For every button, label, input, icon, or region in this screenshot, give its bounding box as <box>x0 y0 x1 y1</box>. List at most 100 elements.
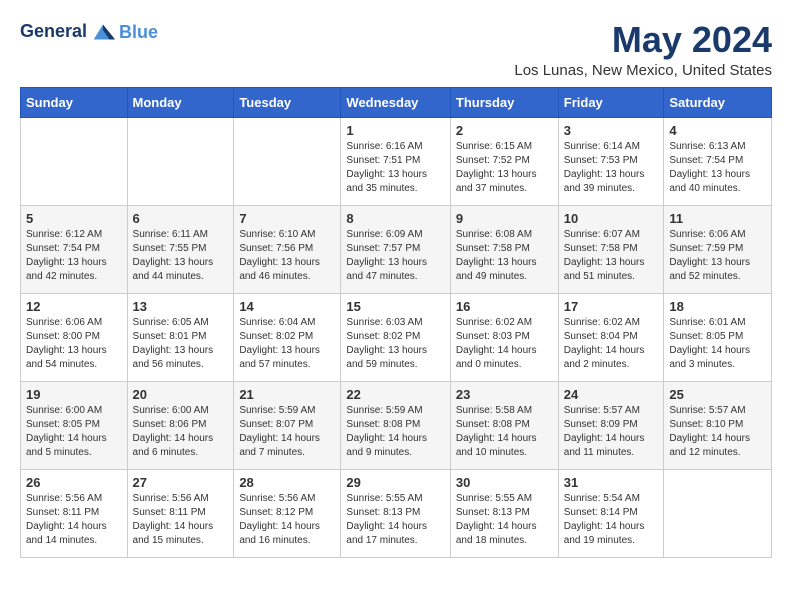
day-info: Sunrise: 6:11 AMSunset: 7:55 PMDaylight:… <box>133 228 229 284</box>
day-cell: 2 Sunrise: 6:15 AMSunset: 7:52 PMDaylight… <box>450 117 558 205</box>
day-cell: 28 Sunrise: 5:56 AMSunset: 8:12 PMDayligh… <box>234 469 341 557</box>
day-cell: 24 Sunrise: 5:57 AMSunset: 8:09 PMDayligh… <box>558 381 664 469</box>
day-number: 6 <box>133 211 229 226</box>
day-number: 27 <box>133 475 229 490</box>
day-info: Sunrise: 6:14 AMSunset: 7:53 PMDaylight:… <box>564 140 659 196</box>
day-number: 8 <box>346 211 444 226</box>
day-cell: 6 Sunrise: 6:11 AMSunset: 7:55 PMDaylight… <box>127 205 234 293</box>
day-info: Sunrise: 6:08 AMSunset: 7:58 PMDaylight:… <box>456 228 553 284</box>
logo-icon <box>89 20 117 44</box>
day-number: 9 <box>456 211 553 226</box>
day-number: 13 <box>133 299 229 314</box>
day-cell: 9 Sunrise: 6:08 AMSunset: 7:58 PMDaylight… <box>450 205 558 293</box>
day-cell: 17 Sunrise: 6:02 AMSunset: 8:04 PMDayligh… <box>558 293 664 381</box>
day-cell: 21 Sunrise: 5:59 AMSunset: 8:07 PMDayligh… <box>234 381 341 469</box>
week-row-3: 12 Sunrise: 6:06 AMSunset: 8:00 PMDayligh… <box>21 293 772 381</box>
day-number: 11 <box>669 211 766 226</box>
day-number: 25 <box>669 387 766 402</box>
day-info: Sunrise: 6:15 AMSunset: 7:52 PMDaylight:… <box>456 140 553 196</box>
day-info: Sunrise: 6:12 AMSunset: 7:54 PMDaylight:… <box>26 228 122 284</box>
day-info: Sunrise: 6:03 AMSunset: 8:02 PMDaylight:… <box>346 316 444 372</box>
day-info: Sunrise: 5:57 AMSunset: 8:10 PMDaylight:… <box>669 404 766 460</box>
day-cell: 29 Sunrise: 5:55 AMSunset: 8:13 PMDayligh… <box>341 469 450 557</box>
day-number: 28 <box>239 475 335 490</box>
day-number: 1 <box>346 123 444 138</box>
day-cell: 4 Sunrise: 6:13 AMSunset: 7:54 PMDaylight… <box>664 117 772 205</box>
calendar-body: 1 Sunrise: 6:16 AMSunset: 7:51 PMDaylight… <box>21 117 772 557</box>
day-cell: 7 Sunrise: 6:10 AMSunset: 7:56 PMDaylight… <box>234 205 341 293</box>
day-cell: 11 Sunrise: 6:06 AMSunset: 7:59 PMDayligh… <box>664 205 772 293</box>
day-info: Sunrise: 6:13 AMSunset: 7:54 PMDaylight:… <box>669 140 766 196</box>
week-row-4: 19Sunrise: 6:00 AMSunset: 8:05 PMDayligh… <box>21 381 772 469</box>
day-number: 10 <box>564 211 659 226</box>
title-area: May 2024 Los Lunas, New Mexico, United S… <box>514 20 772 79</box>
day-number: 14 <box>239 299 335 314</box>
day-cell: 16 Sunrise: 6:02 AMSunset: 8:03 PMDayligh… <box>450 293 558 381</box>
day-number: 20 <box>133 387 229 402</box>
day-number: 29 <box>346 475 444 490</box>
day-number: 7 <box>239 211 335 226</box>
day-info: Sunrise: 5:55 AMSunset: 8:13 PMDaylight:… <box>346 492 444 548</box>
day-cell <box>234 117 341 205</box>
day-cell: 23 Sunrise: 5:58 AMSunset: 8:08 PMDayligh… <box>450 381 558 469</box>
day-info: Sunrise: 6:06 AMSunset: 8:00 PMDaylight:… <box>26 316 122 372</box>
day-number: 15 <box>346 299 444 314</box>
day-cell: 18 Sunrise: 6:01 AMSunset: 8:05 PMDayligh… <box>664 293 772 381</box>
day-info: Sunrise: 5:56 AMSunset: 8:11 PMDaylight:… <box>26 492 122 548</box>
day-number: 26 <box>26 475 122 490</box>
logo-blue: Blue <box>119 22 158 43</box>
day-info: Sunrise: 5:55 AMSunset: 8:13 PMDaylight:… <box>456 492 553 548</box>
day-number: 3 <box>564 123 659 138</box>
day-cell: 22Sunrise: 5:59 AMSunset: 8:08 PMDayligh… <box>341 381 450 469</box>
col-thursday: Thursday <box>450 87 558 117</box>
day-info: Sunrise: 5:59 AMSunset: 8:07 PMDaylight:… <box>239 404 335 460</box>
day-cell: 19Sunrise: 6:00 AMSunset: 8:05 PMDayligh… <box>21 381 128 469</box>
day-cell: 14 Sunrise: 6:04 AMSunset: 8:02 PMDayligh… <box>234 293 341 381</box>
day-cell <box>21 117 128 205</box>
day-info: Sunrise: 6:02 AMSunset: 8:04 PMDaylight:… <box>564 316 659 372</box>
day-info: Sunrise: 6:01 AMSunset: 8:05 PMDaylight:… <box>669 316 766 372</box>
day-info: Sunrise: 5:57 AMSunset: 8:09 PMDaylight:… <box>564 404 659 460</box>
day-number: 2 <box>456 123 553 138</box>
day-cell: 26 Sunrise: 5:56 AMSunset: 8:11 PMDayligh… <box>21 469 128 557</box>
logo-text: General <box>20 20 117 44</box>
day-number: 17 <box>564 299 659 314</box>
day-cell: 15 Sunrise: 6:03 AMSunset: 8:02 PMDayligh… <box>341 293 450 381</box>
page: General Blue May 2024 Los Lunas, New Mex… <box>0 0 792 568</box>
col-saturday: Saturday <box>664 87 772 117</box>
day-number: 12 <box>26 299 122 314</box>
day-number: 5 <box>26 211 122 226</box>
day-info: Sunrise: 6:16 AMSunset: 7:51 PMDaylight:… <box>346 140 444 196</box>
day-info: Sunrise: 6:04 AMSunset: 8:02 PMDaylight:… <box>239 316 335 372</box>
day-cell: 3 Sunrise: 6:14 AMSunset: 7:53 PMDaylight… <box>558 117 664 205</box>
day-info: Sunrise: 6:02 AMSunset: 8:03 PMDaylight:… <box>456 316 553 372</box>
day-info: Sunrise: 6:00 AMSunset: 8:06 PMDaylight:… <box>133 404 229 460</box>
week-row-1: 1 Sunrise: 6:16 AMSunset: 7:51 PMDaylight… <box>21 117 772 205</box>
day-number: 24 <box>564 387 659 402</box>
day-info: Sunrise: 5:58 AMSunset: 8:08 PMDaylight:… <box>456 404 553 460</box>
day-cell: 13 Sunrise: 6:05 AMSunset: 8:01 PMDayligh… <box>127 293 234 381</box>
day-cell: 27 Sunrise: 5:56 AMSunset: 8:11 PMDayligh… <box>127 469 234 557</box>
day-info: Sunrise: 5:56 AMSunset: 8:12 PMDaylight:… <box>239 492 335 548</box>
day-info: Sunrise: 6:06 AMSunset: 7:59 PMDaylight:… <box>669 228 766 284</box>
col-monday: Monday <box>127 87 234 117</box>
day-cell: 12 Sunrise: 6:06 AMSunset: 8:00 PMDayligh… <box>21 293 128 381</box>
day-cell <box>127 117 234 205</box>
day-number: 18 <box>669 299 766 314</box>
header: General Blue May 2024 Los Lunas, New Mex… <box>20 20 772 79</box>
day-number: 22 <box>346 387 444 402</box>
day-info: Sunrise: 5:56 AMSunset: 8:11 PMDaylight:… <box>133 492 229 548</box>
day-number: 23 <box>456 387 553 402</box>
day-info: Sunrise: 6:05 AMSunset: 8:01 PMDaylight:… <box>133 316 229 372</box>
logo: General Blue <box>20 20 158 44</box>
day-cell: 8Sunrise: 6:09 AMSunset: 7:57 PMDaylight… <box>341 205 450 293</box>
day-cell: 20 Sunrise: 6:00 AMSunset: 8:06 PMDayligh… <box>127 381 234 469</box>
day-number: 4 <box>669 123 766 138</box>
day-number: 21 <box>239 387 335 402</box>
day-number: 16 <box>456 299 553 314</box>
day-info: Sunrise: 6:10 AMSunset: 7:56 PMDaylight:… <box>239 228 335 284</box>
calendar: Sunday Monday Tuesday Wednesday Thursday… <box>20 87 772 558</box>
col-tuesday: Tuesday <box>234 87 341 117</box>
col-friday: Friday <box>558 87 664 117</box>
day-cell: 30Sunrise: 5:55 AMSunset: 8:13 PMDayligh… <box>450 469 558 557</box>
